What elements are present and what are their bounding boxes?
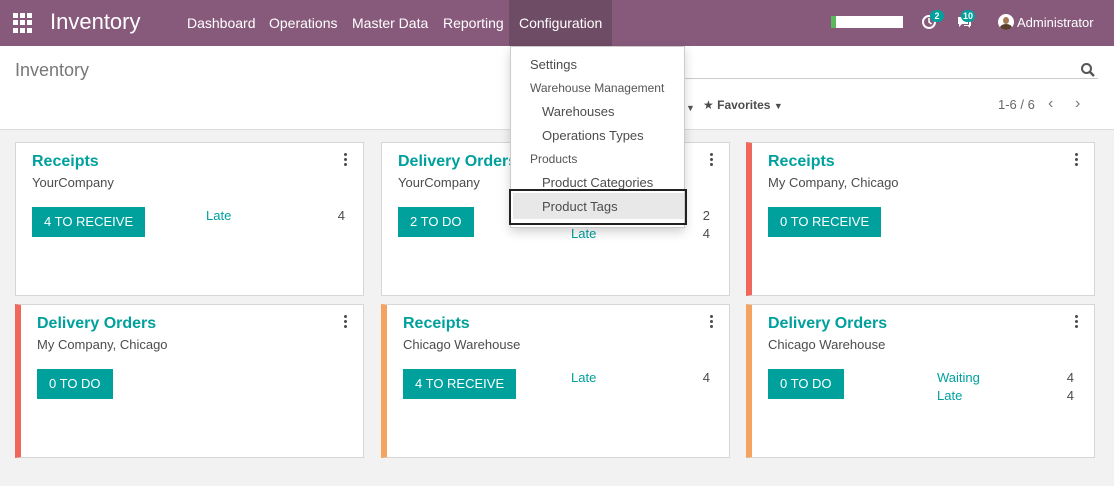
late-link[interactable]: Late: [206, 208, 231, 223]
menu-dashboard[interactable]: Dashboard: [187, 0, 256, 46]
menu-product-tags[interactable]: Product Tags: [542, 199, 618, 214]
card-title[interactable]: Receipts: [768, 153, 835, 171]
to-receive-button[interactable]: 0 TO RECEIVE: [768, 207, 882, 237]
kebab-icon[interactable]: [709, 315, 715, 329]
late-count: 4: [702, 226, 710, 241]
caret-down-icon: ▼: [773, 101, 783, 111]
late-link[interactable]: Late: [937, 388, 962, 403]
card-receipts-chicago-warehouse: Receipts Chicago Warehouse 4 TO RECEIVE …: [381, 304, 730, 458]
card-company: My Company, Chicago: [768, 175, 899, 190]
card-company: YourCompany: [398, 175, 480, 190]
card-title[interactable]: Receipts: [32, 153, 99, 171]
card-receipts-yourcompany: Receipts YourCompany 4 TO RECEIVE Late 4: [15, 142, 364, 296]
pager-value[interactable]: 1-6 / 6: [998, 97, 1035, 112]
menu-product-categories[interactable]: Product Categories: [542, 175, 653, 190]
waiting-link[interactable]: Waiting: [937, 370, 980, 385]
late-link[interactable]: Late: [571, 226, 596, 241]
favorites-button[interactable]: ★ Favorites ▼: [703, 98, 783, 112]
to-receive-button[interactable]: 4 TO RECEIVE: [403, 369, 517, 399]
card-receipts-chicago: Receipts My Company, Chicago 0 TO RECEIV…: [746, 142, 1095, 296]
hidden-stat-count: 2: [702, 208, 710, 223]
card-title[interactable]: Delivery Orders: [398, 153, 517, 171]
card-company: Chicago Warehouse: [403, 337, 521, 352]
app-title: Inventory: [50, 9, 141, 34]
to-do-button[interactable]: 0 TO DO: [768, 369, 844, 399]
search-input[interactable]: [684, 78, 1098, 79]
user-avatar[interactable]: [998, 14, 1014, 30]
menu-settings[interactable]: Settings: [530, 57, 577, 72]
to-do-button[interactable]: 0 TO DO: [37, 369, 113, 399]
to-do-button[interactable]: 2 TO DO: [398, 207, 474, 237]
card-delivery-chicago-warehouse: Delivery Orders Chicago Warehouse 0 TO D…: [746, 304, 1095, 458]
activity-count-badge: 2: [930, 10, 944, 22]
messages-button[interactable]: 10: [956, 10, 976, 30]
late-count: 4: [1066, 388, 1074, 403]
card-delivery-chicago: Delivery Orders My Company, Chicago 0 TO…: [15, 304, 364, 458]
card-title[interactable]: Delivery Orders: [768, 315, 887, 333]
kebab-icon[interactable]: [1074, 153, 1080, 167]
menu-warehouses[interactable]: Warehouses: [542, 104, 615, 119]
card-title[interactable]: Delivery Orders: [37, 315, 156, 333]
breadcrumb: Inventory: [15, 60, 90, 80]
kebab-icon[interactable]: [343, 315, 349, 329]
products-header: Products: [530, 152, 578, 166]
chevron-right-icon[interactable]: ›: [1075, 95, 1080, 113]
user-menu[interactable]: Administrator: [1017, 15, 1094, 30]
menu-reporting[interactable]: Reporting: [443, 0, 504, 46]
apps-grid-icon[interactable]: [13, 13, 33, 33]
favorites-label: Favorites: [717, 98, 771, 112]
card-title[interactable]: Receipts: [403, 315, 470, 333]
warehouse-management-header: Warehouse Management: [530, 81, 665, 95]
kebab-icon[interactable]: [343, 153, 349, 167]
to-receive-button[interactable]: 4 TO RECEIVE: [32, 207, 146, 237]
progress-indicator[interactable]: [831, 16, 903, 28]
search-icon[interactable]: [1080, 62, 1096, 78]
card-company: YourCompany: [32, 175, 114, 190]
top-navbar: Inventory Dashboard Operations Master Da…: [0, 0, 1114, 46]
card-company: Chicago Warehouse: [768, 337, 886, 352]
star-icon: ★: [703, 98, 714, 112]
activity-button[interactable]: 2: [921, 10, 944, 30]
configuration-dropdown: Settings Warehouse Management Warehouses…: [510, 46, 685, 228]
kebab-icon[interactable]: [709, 153, 715, 167]
menu-configuration[interactable]: Configuration: [509, 0, 613, 46]
menu-master-data[interactable]: Master Data: [352, 0, 428, 46]
waiting-count: 4: [1066, 370, 1074, 385]
filter-dropdown-caret[interactable]: ▼: [686, 103, 695, 113]
late-count: 4: [702, 370, 710, 385]
kebab-icon[interactable]: [1074, 315, 1080, 329]
late-link[interactable]: Late: [571, 370, 596, 385]
chevron-left-icon[interactable]: ‹: [1048, 95, 1053, 113]
late-count: 4: [337, 208, 345, 223]
menu-operations-types[interactable]: Operations Types: [542, 128, 644, 143]
card-company: My Company, Chicago: [37, 337, 168, 352]
menu-operations[interactable]: Operations: [269, 0, 337, 46]
messages-count-badge: 10: [961, 10, 976, 22]
